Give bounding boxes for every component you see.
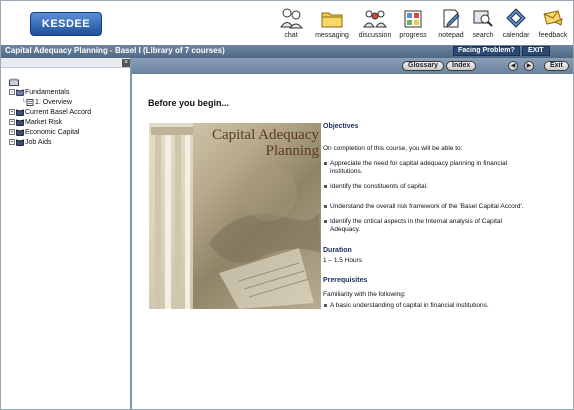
prerequisites-heading: Prerequisites bbox=[323, 277, 368, 284]
top-toolbar: KESDEE chat messaging discussion progres… bbox=[1, 1, 573, 45]
prerequisites-intro: Familiarity with the following: bbox=[323, 291, 406, 298]
feedback-icon bbox=[543, 10, 563, 26]
book-open-icon bbox=[16, 89, 24, 96]
tree-item-fundamentals[interactable]: − Fundamentals bbox=[9, 88, 91, 98]
objectives-heading: Objectives bbox=[323, 123, 359, 130]
notepad-icon bbox=[443, 9, 460, 28]
arrow-right-icon: ▶ bbox=[526, 63, 532, 69]
discussion-icon bbox=[363, 10, 387, 28]
lesson-content: Before you begin... Capital Adequacy Pla… bbox=[132, 74, 573, 409]
course-hero-image: Capital Adequacy Planning bbox=[149, 123, 321, 309]
tree-root bbox=[9, 78, 91, 88]
expand-toggle-icon[interactable]: + bbox=[9, 129, 15, 136]
tree-item-current-basel-accord[interactable]: + Current Basel Accord bbox=[9, 108, 91, 118]
kesdee-logo: KESDEE bbox=[30, 12, 102, 36]
course-title: Capital Adequacy Planning - Basel I (Lib… bbox=[5, 46, 225, 55]
feedback-button[interactable]: feedback bbox=[537, 7, 569, 45]
objective-item: Understand the overall risk framework of… bbox=[323, 203, 563, 211]
search-button[interactable]: search bbox=[471, 7, 495, 45]
tree-item-economic-capital[interactable]: + Economic Capital bbox=[9, 128, 91, 138]
course-tree-pane: × − Fundamentals └ 1. Overview + Current Ba… bbox=[1, 58, 132, 409]
expand-toggle-icon[interactable]: + bbox=[9, 109, 15, 116]
index-button[interactable]: Index bbox=[446, 61, 477, 71]
discussion-button[interactable]: discussion bbox=[357, 7, 393, 45]
duration-heading: Duration bbox=[323, 247, 352, 254]
objectives-intro: On completion of this course, you will b… bbox=[323, 145, 463, 152]
prerequisite-item: A basic understanding of capital in fina… bbox=[323, 302, 563, 310]
progress-button[interactable]: progress bbox=[398, 7, 428, 45]
previous-page-button[interactable]: ◀ bbox=[508, 61, 518, 71]
expand-toggle-icon[interactable]: + bbox=[9, 139, 15, 146]
book-icon bbox=[16, 119, 24, 126]
page-icon bbox=[26, 98, 34, 106]
objective-item: Identify the constituents of capital. bbox=[323, 183, 563, 191]
hero-title: Capital Adequacy Planning bbox=[211, 127, 319, 159]
progress-icon bbox=[404, 10, 422, 28]
content-nav-bar: Glossary Index ◀ ▶ Exit bbox=[132, 58, 573, 74]
objective-item: Appreciate the need for capital adequacy… bbox=[323, 160, 511, 176]
tree-item-overview[interactable]: └ 1. Overview bbox=[9, 98, 91, 108]
notepad-button[interactable]: notepad bbox=[436, 7, 466, 45]
course-info: Objectives On completion of this course,… bbox=[323, 123, 563, 317]
exit-course-button[interactable]: EXIT bbox=[522, 46, 550, 56]
facing-problem-button[interactable]: Facing Problem? bbox=[453, 46, 520, 56]
course-tree: − Fundamentals └ 1. Overview + Current Base… bbox=[9, 78, 91, 148]
tree-item-market-risk[interactable]: + Market Risk bbox=[9, 118, 91, 128]
app-window: KESDEE chat messaging discussion progres… bbox=[0, 0, 574, 410]
duration-value: 1 – 1.5 Hours bbox=[323, 257, 363, 264]
search-icon bbox=[473, 10, 493, 27]
library-icon bbox=[9, 78, 19, 86]
book-icon bbox=[16, 129, 24, 136]
exit-button[interactable]: Exit bbox=[544, 61, 569, 71]
book-icon bbox=[16, 109, 24, 116]
objective-item: Identify the critical aspects in the Int… bbox=[323, 218, 513, 234]
expand-toggle-icon[interactable]: + bbox=[9, 119, 15, 126]
course-title-bar: Capital Adequacy Planning - Basel I (Lib… bbox=[1, 45, 573, 58]
calendar-icon bbox=[506, 8, 526, 28]
book-icon bbox=[16, 139, 24, 146]
arrow-left-icon: ◀ bbox=[510, 63, 516, 69]
page-title: Before you begin... bbox=[148, 98, 230, 108]
glossary-button[interactable]: Glossary bbox=[402, 61, 444, 71]
chat-button[interactable]: chat bbox=[277, 7, 305, 45]
tree-pane-header bbox=[1, 58, 130, 68]
tree-item-job-aids[interactable]: + Job Aids bbox=[9, 138, 91, 148]
close-pane-icon[interactable]: × bbox=[122, 59, 130, 67]
chat-icon bbox=[280, 8, 303, 29]
collapse-toggle-icon[interactable]: − bbox=[9, 89, 15, 96]
next-page-button[interactable]: ▶ bbox=[524, 61, 534, 71]
messaging-button[interactable]: messaging bbox=[312, 7, 352, 45]
calendar-button[interactable]: calendar bbox=[501, 7, 531, 45]
folder-icon bbox=[321, 12, 343, 28]
